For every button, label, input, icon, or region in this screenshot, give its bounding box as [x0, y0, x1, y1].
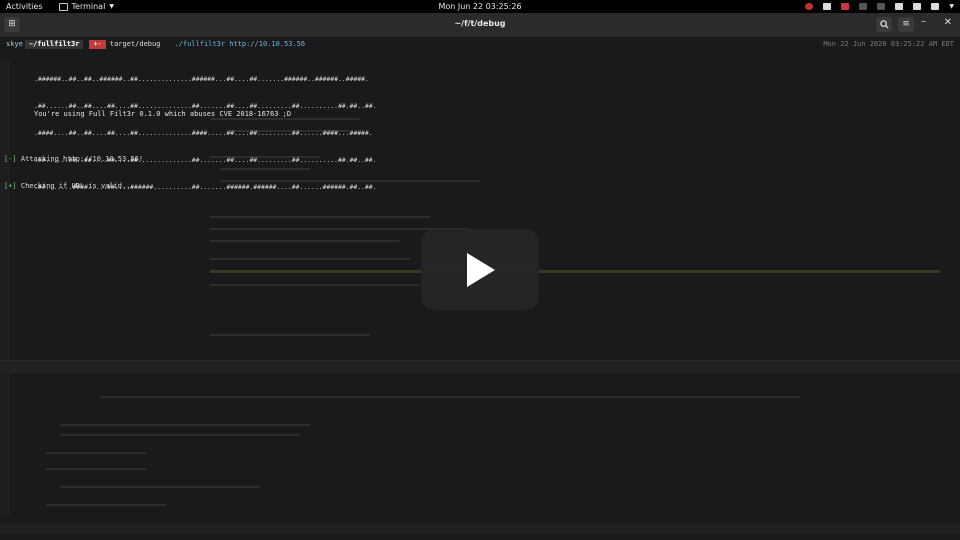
close-button[interactable]: ✕ [944, 17, 952, 28]
ghost-line [100, 396, 800, 398]
minimize-button[interactable]: – [921, 16, 926, 27]
log-text: Attacking http://10.10.53.56! [16, 155, 144, 163]
log-text: Checking if URL is valid... [16, 182, 135, 190]
ghost-line [46, 504, 166, 506]
prompt-command: ./fullfilt3r http://10.10.53.56 [174, 40, 306, 48]
ghost-line [60, 486, 260, 488]
microphone-icon[interactable] [931, 3, 940, 10]
log-tag: [-] [4, 155, 17, 163]
prompt-git-status: +- [89, 40, 106, 49]
tray-screen-icon[interactable] [859, 3, 868, 10]
ghost-line [60, 424, 310, 426]
banner-line: .######..##..##..######..##.............… [34, 75, 369, 83]
shell-prompt: skye ~/fullfilt3r +- target/debug ./full… [4, 40, 305, 49]
prompt-branch: target/debug [109, 40, 161, 48]
ghost-side-strip [0, 58, 10, 518]
ghost-line [210, 240, 400, 242]
app-name: Terminal [71, 2, 106, 11]
output-log: [-] Attacking http://10.10.53.56! [+] Ch… [4, 137, 143, 209]
ghost-line [210, 216, 430, 218]
prompt-timestamp: Mon 22 Jun 2020 03:25:22 AM EDT [823, 40, 954, 48]
hamburger-menu-icon: ≡ [902, 19, 910, 29]
menu-button[interactable]: ≡ [898, 17, 914, 32]
window-title: ~/f/t/debug [454, 19, 506, 28]
search-icon [879, 20, 889, 29]
gnome-top-bar: Activities Terminal ▼ Mon Jun 22 03:25:2… [0, 0, 960, 13]
terminal-headerbar: ⊞ ~/f/t/debug ≡ – ✕ [0, 13, 960, 38]
system-menu-caret-icon[interactable]: ▼ [949, 3, 954, 10]
ghost-line [210, 334, 370, 336]
log-tag: [+] [4, 182, 17, 190]
ghost-line [210, 284, 420, 286]
ghost-highlight [210, 270, 940, 273]
prompt-user: skye [6, 40, 23, 48]
ghost-status-bar [0, 524, 960, 534]
activities-button[interactable]: Activities [6, 2, 43, 11]
video-play-button[interactable] [421, 229, 539, 310]
ghost-line [60, 434, 300, 436]
play-icon [467, 253, 495, 287]
recording-icon[interactable] [805, 3, 814, 10]
system-tray: ▼ [805, 0, 954, 13]
ghost-line [210, 258, 410, 260]
prompt-path: ~/fullfilt3r [24, 40, 84, 49]
version-line: You're using Full Filt3r 0.1.0 which abu… [34, 110, 292, 118]
search-button[interactable] [876, 17, 892, 32]
network-icon[interactable] [895, 3, 904, 10]
tray-app-icon-red[interactable] [841, 3, 850, 10]
log-line: [+] Checking if URL is valid... [4, 182, 143, 191]
volume-icon[interactable] [913, 3, 922, 10]
app-menu[interactable]: Terminal ▼ [58, 2, 114, 11]
log-line: [-] Attacking http://10.10.53.56! [4, 155, 143, 164]
terminal-app-icon [58, 2, 68, 11]
caret-down-icon: ▼ [109, 3, 114, 10]
wifi-icon[interactable] [877, 3, 886, 10]
ghost-line [46, 452, 146, 454]
ghost-line [46, 468, 146, 470]
tray-app-icon[interactable] [823, 3, 832, 10]
ghost-run-panel [0, 360, 960, 373]
